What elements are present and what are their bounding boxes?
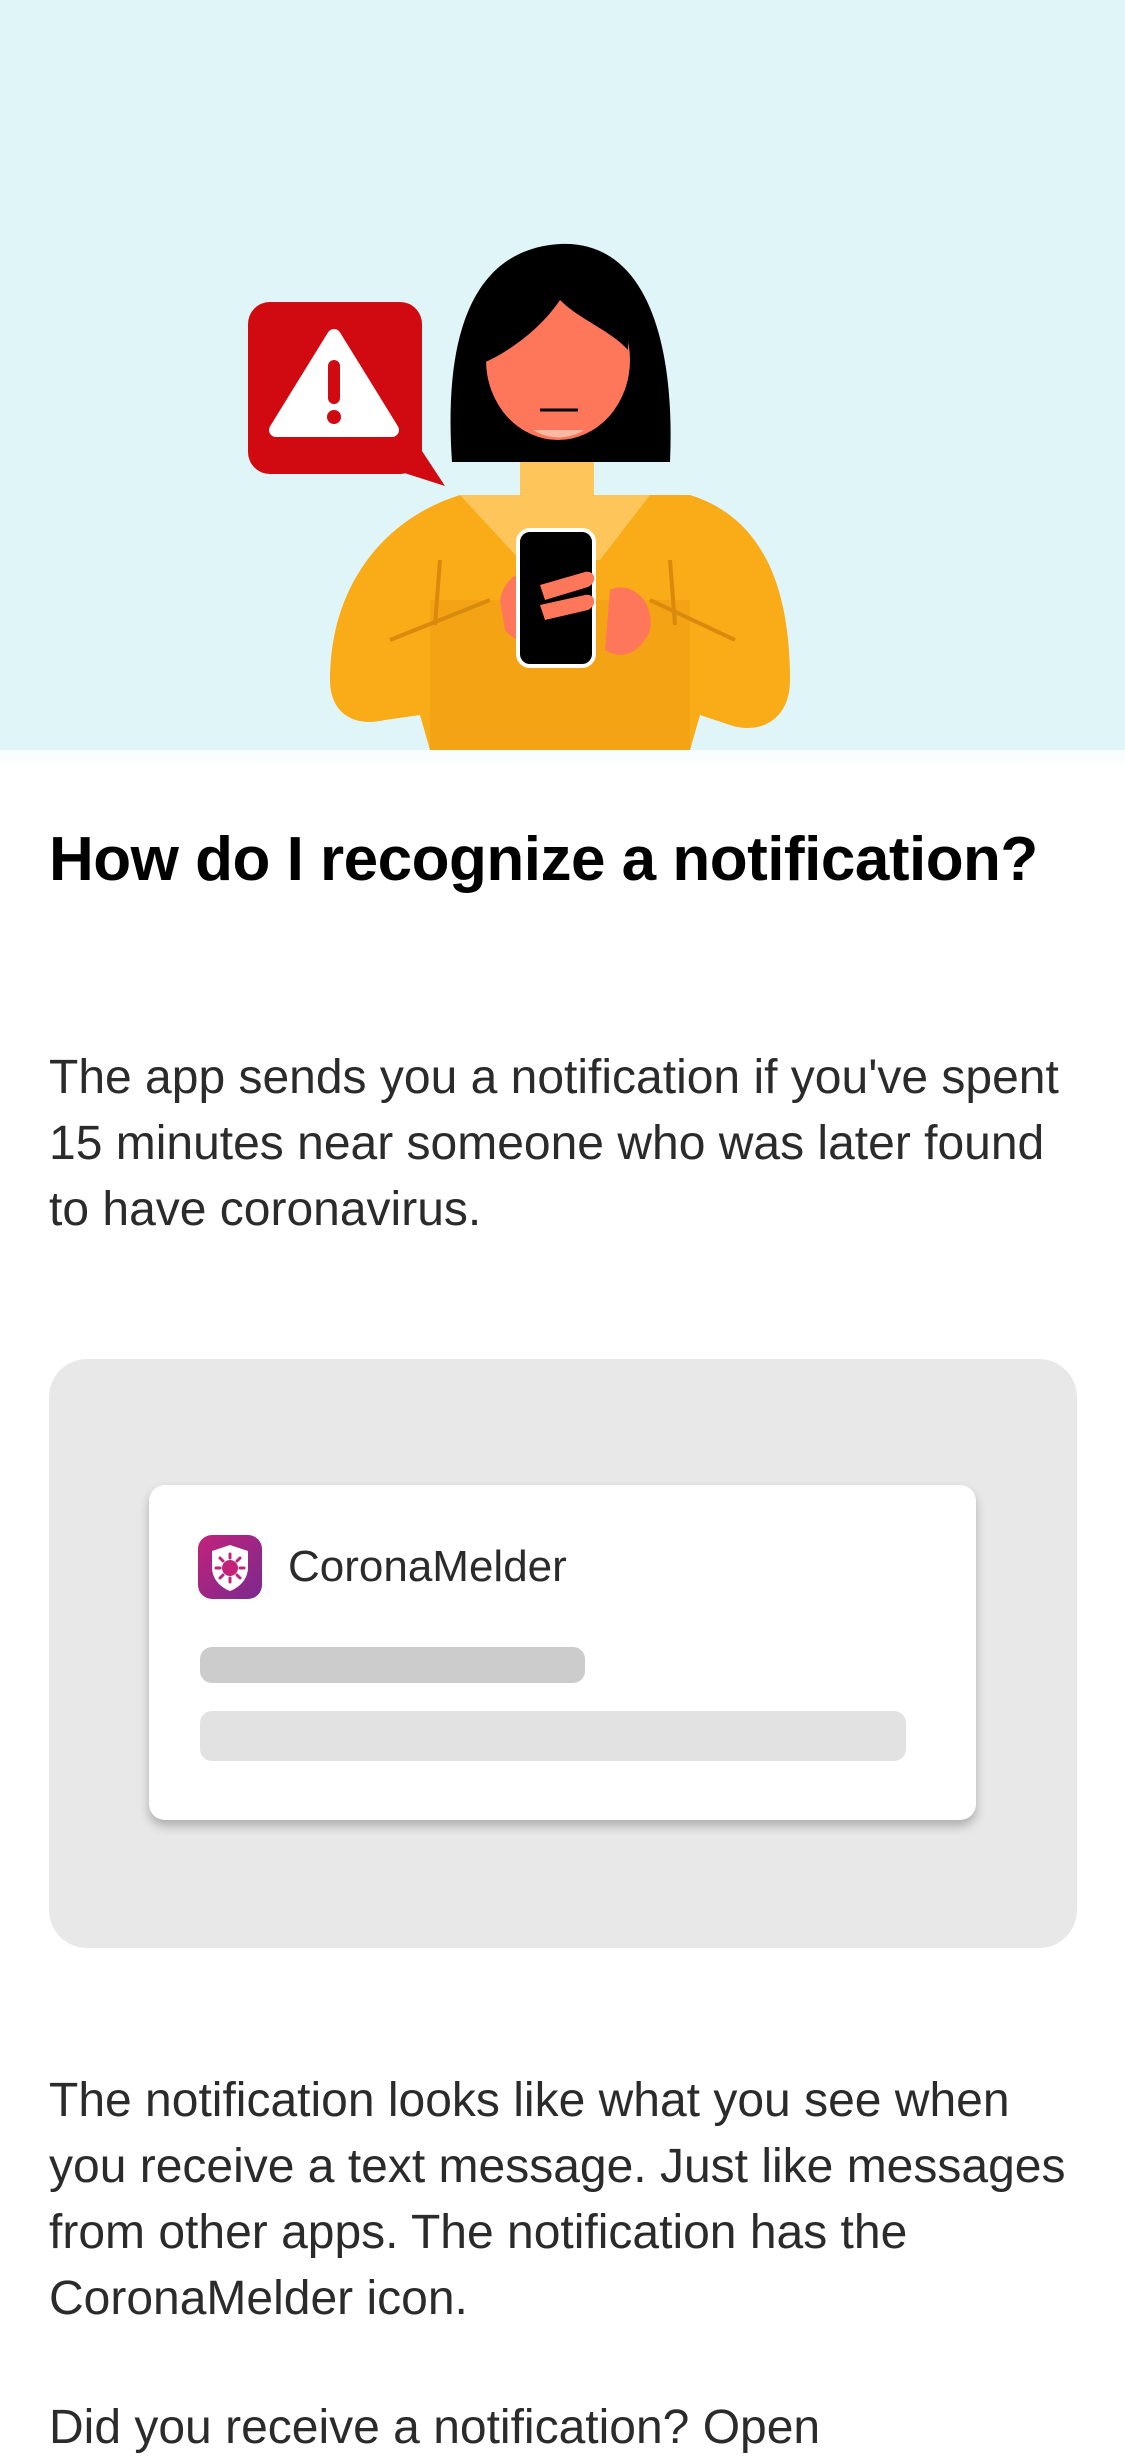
body-paragraph-1: The notification looks like what you see… <box>49 2074 1066 2325</box>
intro-text: The app sends you a notification if you'… <box>49 1051 1059 1236</box>
notification-preview: CoronaMelder <box>149 1485 976 1820</box>
notification-title-placeholder <box>200 1647 585 1683</box>
hero-divider <box>0 750 1125 770</box>
body-paragraph-2: Did you receive a notification? Open <box>49 2401 821 2454</box>
notification-body-placeholder <box>200 1711 906 1761</box>
hero-illustration <box>0 0 1125 750</box>
page-title: How do I recognize a notification? <box>49 825 1038 894</box>
notification-app-name: CoronaMelder <box>288 1542 567 1591</box>
warning-speech-bubble-icon <box>248 302 445 486</box>
notification-illustration-card: CoronaMelder <box>49 1359 1077 1948</box>
person-with-phone-illustration <box>248 243 790 750</box>
coronamelder-shield-icon <box>198 1535 262 1599</box>
